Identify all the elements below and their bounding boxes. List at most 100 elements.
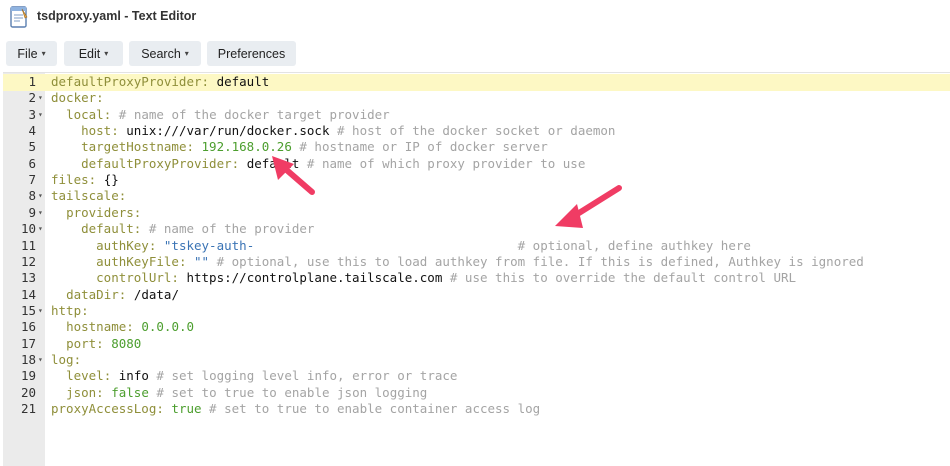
chevron-down-icon: ▾: [41, 49, 46, 58]
yaml-value: info: [118, 368, 149, 384]
code-line[interactable]: 15 ▾ http:: [3, 303, 950, 320]
code-line[interactable]: 20 json: false # set to true to enable j…: [3, 385, 950, 402]
fold-toggle-icon[interactable]: ▾: [38, 90, 43, 107]
code-line[interactable]: 5 targetHostname: 192.168.0.26 # hostnam…: [3, 139, 950, 156]
code-line[interactable]: 14 dataDir: /data/: [3, 287, 950, 304]
code-line[interactable]: 11 authKey: "tskey-auth- # optional, def…: [3, 238, 950, 255]
file-menu-button[interactable]: File ▾: [6, 41, 57, 66]
search-menu-label: Search: [141, 46, 181, 61]
toolbar: File ▾ Edit ▾ Search ▾ Preferences: [0, 36, 950, 70]
code-editor[interactable]: 1 defaultProxyProvider: default 2 ▾ docker: 3…: [3, 72, 950, 466]
yaml-key: authKey: [96, 237, 149, 253]
code-text: proxyAccessLog: true # set to true to en…: [51, 401, 540, 418]
code-text: targetHostname: 192.168.0.26 # hostname …: [51, 139, 548, 156]
code-line[interactable]: 4 host: unix:///var/run/docker.sock # ho…: [3, 123, 950, 140]
line-number: 3: [28, 106, 36, 122]
yaml-key: host: [81, 123, 112, 139]
yaml-comment: # name of the provider: [148, 221, 315, 237]
line-number: 4: [28, 123, 36, 139]
yaml-value: true: [171, 401, 202, 416]
yaml-key: hostname: [66, 319, 127, 335]
fold-toggle-icon[interactable]: ▾: [38, 221, 43, 238]
code-line[interactable]: 12 authKeyFile: "" # optional, use this …: [3, 254, 950, 271]
code-line[interactable]: 3 ▾ local: # name of the docker target pr…: [3, 107, 950, 124]
code-line[interactable]: 16 hostname: 0.0.0.0: [3, 319, 950, 336]
yaml-colon: :: [171, 270, 187, 286]
code-text: local: # name of the docker target provi…: [51, 107, 390, 124]
fold-toggle-icon[interactable]: ▾: [38, 205, 43, 222]
yaml-colon: :: [133, 204, 142, 220]
yaml-key: controlUrl: [96, 270, 172, 286]
code-text: providers:: [51, 205, 141, 222]
code-text: host: unix:///var/run/docker.sock # host…: [51, 123, 615, 140]
line-number: 19: [20, 368, 36, 384]
text-editor-app-icon: [10, 6, 28, 28]
search-menu-button[interactable]: Search ▾: [129, 41, 201, 66]
code-text: tailscale:: [51, 188, 126, 205]
fold-toggle-icon[interactable]: ▾: [38, 188, 43, 205]
fold-toggle-icon[interactable]: ▾: [38, 352, 43, 369]
fold-toggle-icon[interactable]: ▾: [38, 107, 43, 124]
code-line[interactable]: 8 ▾ tailscale:: [3, 188, 950, 205]
code-line[interactable]: 9 ▾ providers:: [3, 205, 950, 222]
code-text: dataDir: /data/: [51, 287, 179, 304]
yaml-colon: :: [231, 155, 247, 171]
code-line[interactable]: 6 defaultProxyProvider: default # name o…: [3, 156, 950, 173]
code-line[interactable]: 2 ▾ docker:: [3, 90, 950, 107]
fold-toggle-icon[interactable]: ▾: [38, 303, 43, 320]
line-number: 1: [28, 74, 36, 89]
code-line[interactable]: 1 defaultProxyProvider: default: [3, 74, 950, 91]
code-text: authKeyFile: "" # optional, use this to …: [51, 254, 864, 271]
yaml-colon: :: [96, 384, 112, 400]
yaml-key: log: [51, 351, 74, 367]
yaml-value: 8080: [111, 335, 142, 351]
line-number: 8: [28, 188, 36, 204]
yaml-value: 0.0.0.0: [141, 319, 195, 335]
line-number: 21: [20, 401, 36, 416]
yaml-colon: :: [186, 139, 202, 155]
yaml-colon: :: [88, 172, 104, 188]
yaml-key: defaultProxyProvider: [81, 155, 232, 171]
code-text: level: info # set logging level info, er…: [51, 368, 457, 385]
yaml-comment: # optional, use this to load authkey fro…: [209, 253, 864, 269]
yaml-colon: :: [118, 188, 127, 204]
yaml-colon: :: [96, 90, 104, 106]
line-number: 16: [20, 319, 36, 335]
yaml-colon: :: [81, 302, 89, 318]
preferences-label: Preferences: [217, 46, 286, 61]
line-number: 12: [20, 253, 36, 269]
yaml-colon: :: [133, 221, 149, 237]
code-line[interactable]: 17 port: 8080: [3, 336, 950, 353]
yaml-value: {}: [103, 172, 119, 188]
code-line[interactable]: 19 level: info # set logging level info,…: [3, 368, 950, 385]
code-line[interactable]: 21 proxyAccessLog: true # set to true to …: [3, 401, 950, 418]
code-line[interactable]: 13 controlUrl: https://controlplane.tail…: [3, 270, 950, 287]
yaml-colon: :: [96, 335, 112, 351]
line-number: 20: [20, 384, 36, 400]
edit-menu-button[interactable]: Edit ▾: [64, 41, 123, 66]
code-text: json: false # set to true to enable json…: [51, 385, 427, 402]
yaml-key: port: [66, 335, 97, 351]
code-text: port: 8080: [51, 336, 141, 353]
yaml-colon: :: [111, 123, 127, 139]
code-line[interactable]: 10 ▾ default: # name of the provider: [3, 221, 950, 238]
code-text: controlUrl: https://controlplane.tailsca…: [51, 270, 796, 287]
line-number: 10: [20, 221, 36, 237]
code-line[interactable]: 7 files: {}: [3, 172, 950, 189]
code-text: docker:: [51, 90, 104, 107]
yaml-key: proxyAccessLog: [51, 401, 157, 416]
code-line[interactable]: 18 ▾ log:: [3, 352, 950, 369]
preferences-button[interactable]: Preferences: [207, 41, 296, 66]
yaml-key: providers: [66, 204, 134, 220]
line-number: 15: [20, 302, 36, 318]
yaml-key: targetHostname: [81, 139, 187, 155]
line-number: 2: [28, 90, 36, 106]
title-bar: tsdproxy.yaml - Text Editor: [0, 0, 950, 34]
